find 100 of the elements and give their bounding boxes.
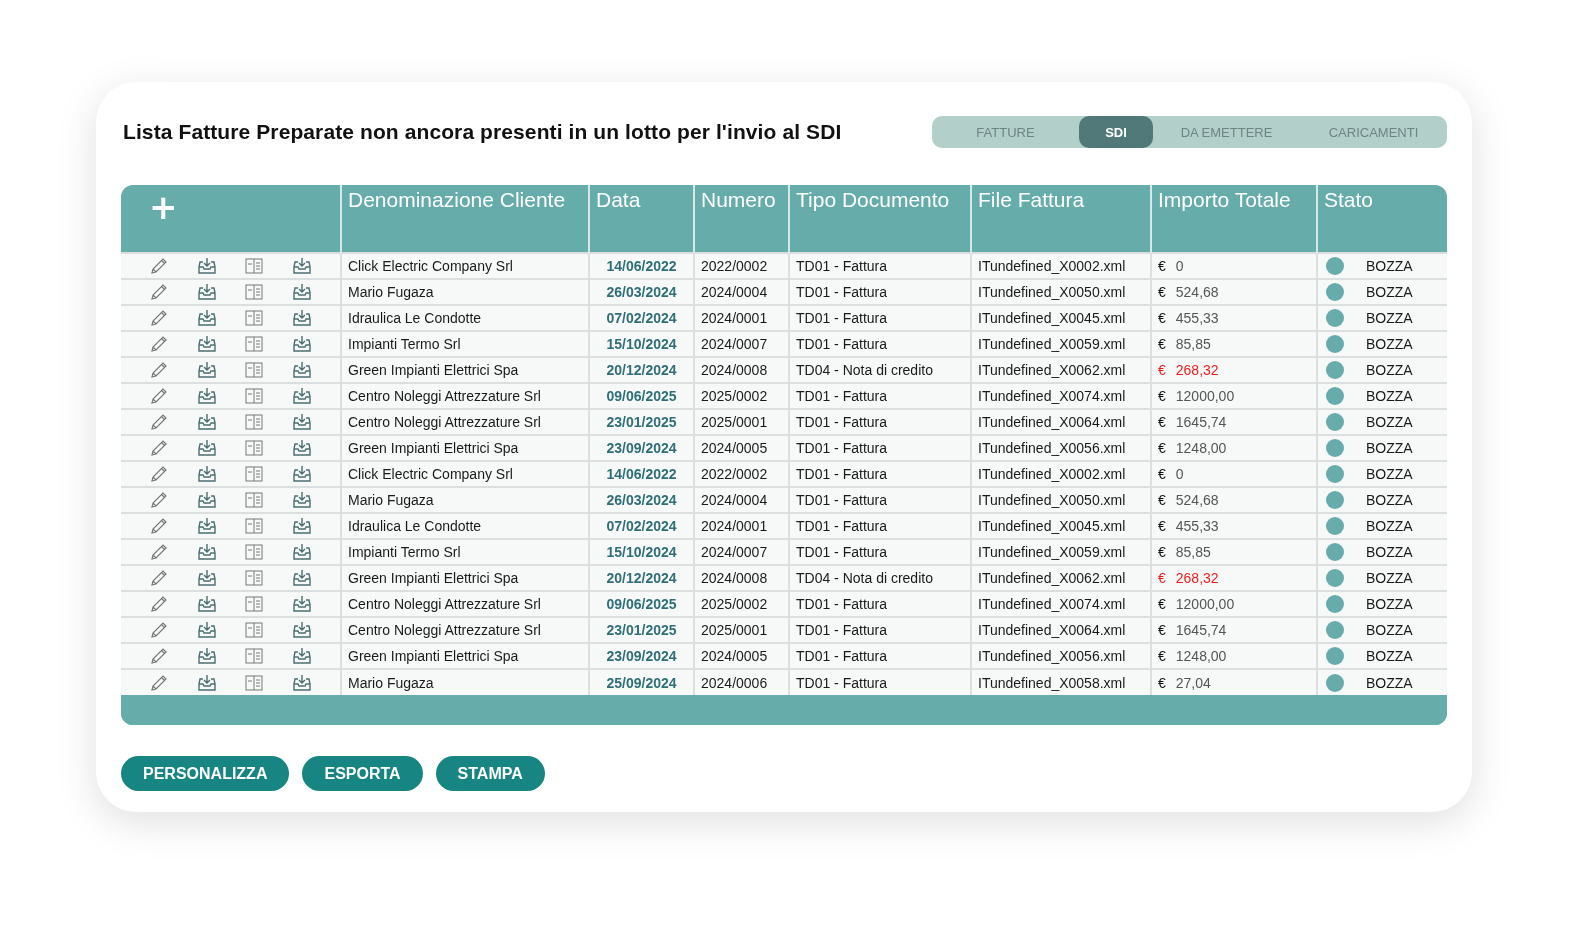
edit-button[interactable] [148,334,169,354]
download-tray-icon [196,360,217,380]
download-button[interactable] [196,516,217,536]
currency-symbol: € [1158,570,1166,586]
status-text: BOZZA [1366,414,1413,430]
edit-button[interactable] [148,360,169,380]
pdf-document-icon [244,412,265,432]
action-button[interactable]: PERSONALIZZA [121,756,290,791]
edit-button[interactable] [148,568,169,588]
download-button[interactable] [196,594,217,614]
currency-symbol: € [1158,284,1166,300]
edit-button[interactable] [148,256,169,276]
download-tray-icon [292,594,313,614]
edit-button[interactable] [148,412,169,432]
download-button[interactable] [196,490,217,510]
pencil-icon [148,308,169,328]
download-button[interactable] [292,646,313,666]
download-button[interactable] [196,386,217,406]
tab[interactable]: SDI [1079,116,1153,148]
download-tray-icon [292,646,313,666]
action-button[interactable]: ESPORTA [302,756,423,791]
edit-button[interactable] [148,308,169,328]
status-text: BOZZA [1366,310,1413,326]
download-button[interactable] [196,568,217,588]
download-button[interactable] [292,542,313,562]
pdf-document-icon [244,360,265,380]
download-tray-icon [196,438,217,458]
download-button[interactable] [196,256,217,276]
edit-button[interactable] [148,646,169,666]
edit-button[interactable] [148,594,169,614]
currency-symbol: € [1158,492,1166,508]
download-button[interactable] [196,620,217,640]
tab[interactable]: CARICAMENTI [1300,116,1447,148]
download-button[interactable] [292,360,313,380]
download-button[interactable] [292,516,313,536]
download-button[interactable] [292,256,313,276]
amount-text: 0 [1175,466,1184,482]
currency-symbol: € [1158,258,1166,274]
pencil-icon [148,620,169,640]
download-button[interactable] [196,334,217,354]
action-button[interactable]: STAMPA [435,756,545,791]
download-button[interactable] [196,542,217,562]
download-button[interactable] [196,464,217,484]
amount-text: 85,85 [1175,336,1211,352]
edit-button[interactable] [148,490,169,510]
download-button[interactable] [292,386,313,406]
tab[interactable]: FATTURE [932,116,1079,148]
edit-button[interactable] [148,620,169,640]
pdf-document-icon [244,646,265,666]
download-button[interactable] [292,282,313,302]
pencil-icon [148,334,169,354]
download-button[interactable] [196,308,217,328]
download-button[interactable] [292,672,313,693]
download-button[interactable] [292,464,313,484]
download-button[interactable] [292,412,313,432]
amount-text: 12000,00 [1175,388,1235,404]
download-button[interactable] [196,412,217,432]
download-button[interactable] [292,620,313,640]
download-tray-icon [292,464,313,484]
pdf-document-icon [244,282,265,302]
amount-text: 455,33 [1175,518,1219,534]
download-tray-icon [196,646,217,666]
amount-text: 455,33 [1175,310,1219,326]
edit-button[interactable] [148,282,169,302]
edit-button[interactable] [148,464,169,484]
amount-text: 268,32 [1175,570,1219,586]
download-tray-icon [196,308,217,328]
download-button[interactable] [196,646,217,666]
download-button[interactable] [292,568,313,588]
download-button[interactable] [292,308,313,328]
download-tray-icon [196,542,217,562]
pdf-document-icon [244,490,265,510]
add-button[interactable]: + [149,192,178,222]
download-button[interactable] [196,360,217,380]
tab[interactable]: DA EMETTERE [1153,116,1300,148]
download-button[interactable] [196,282,217,302]
pdf-document-icon [244,542,265,562]
currency-symbol: € [1158,622,1166,638]
pdf-document-icon [244,464,265,484]
status-text: BOZZA [1366,674,1413,691]
download-tray-icon [292,568,313,588]
download-button[interactable] [292,490,313,510]
download-button[interactable] [196,672,217,693]
currency-symbol: € [1158,518,1166,534]
edit-button[interactable] [148,542,169,562]
currency-symbol: € [1158,674,1166,691]
pdf-document-icon [244,334,265,354]
download-button[interactable] [292,594,313,614]
edit-button[interactable] [148,386,169,406]
download-button[interactable] [196,438,217,458]
amount-text: 27,04 [1175,674,1211,691]
currency-symbol: € [1158,648,1166,664]
status-text: BOZZA [1366,570,1413,586]
download-button[interactable] [292,438,313,458]
download-button[interactable] [292,334,313,354]
edit-button[interactable] [148,516,169,536]
amount-text: 1645,74 [1175,414,1227,430]
edit-button[interactable] [148,438,169,458]
download-tray-icon [196,516,217,536]
download-tray-icon [196,282,217,302]
